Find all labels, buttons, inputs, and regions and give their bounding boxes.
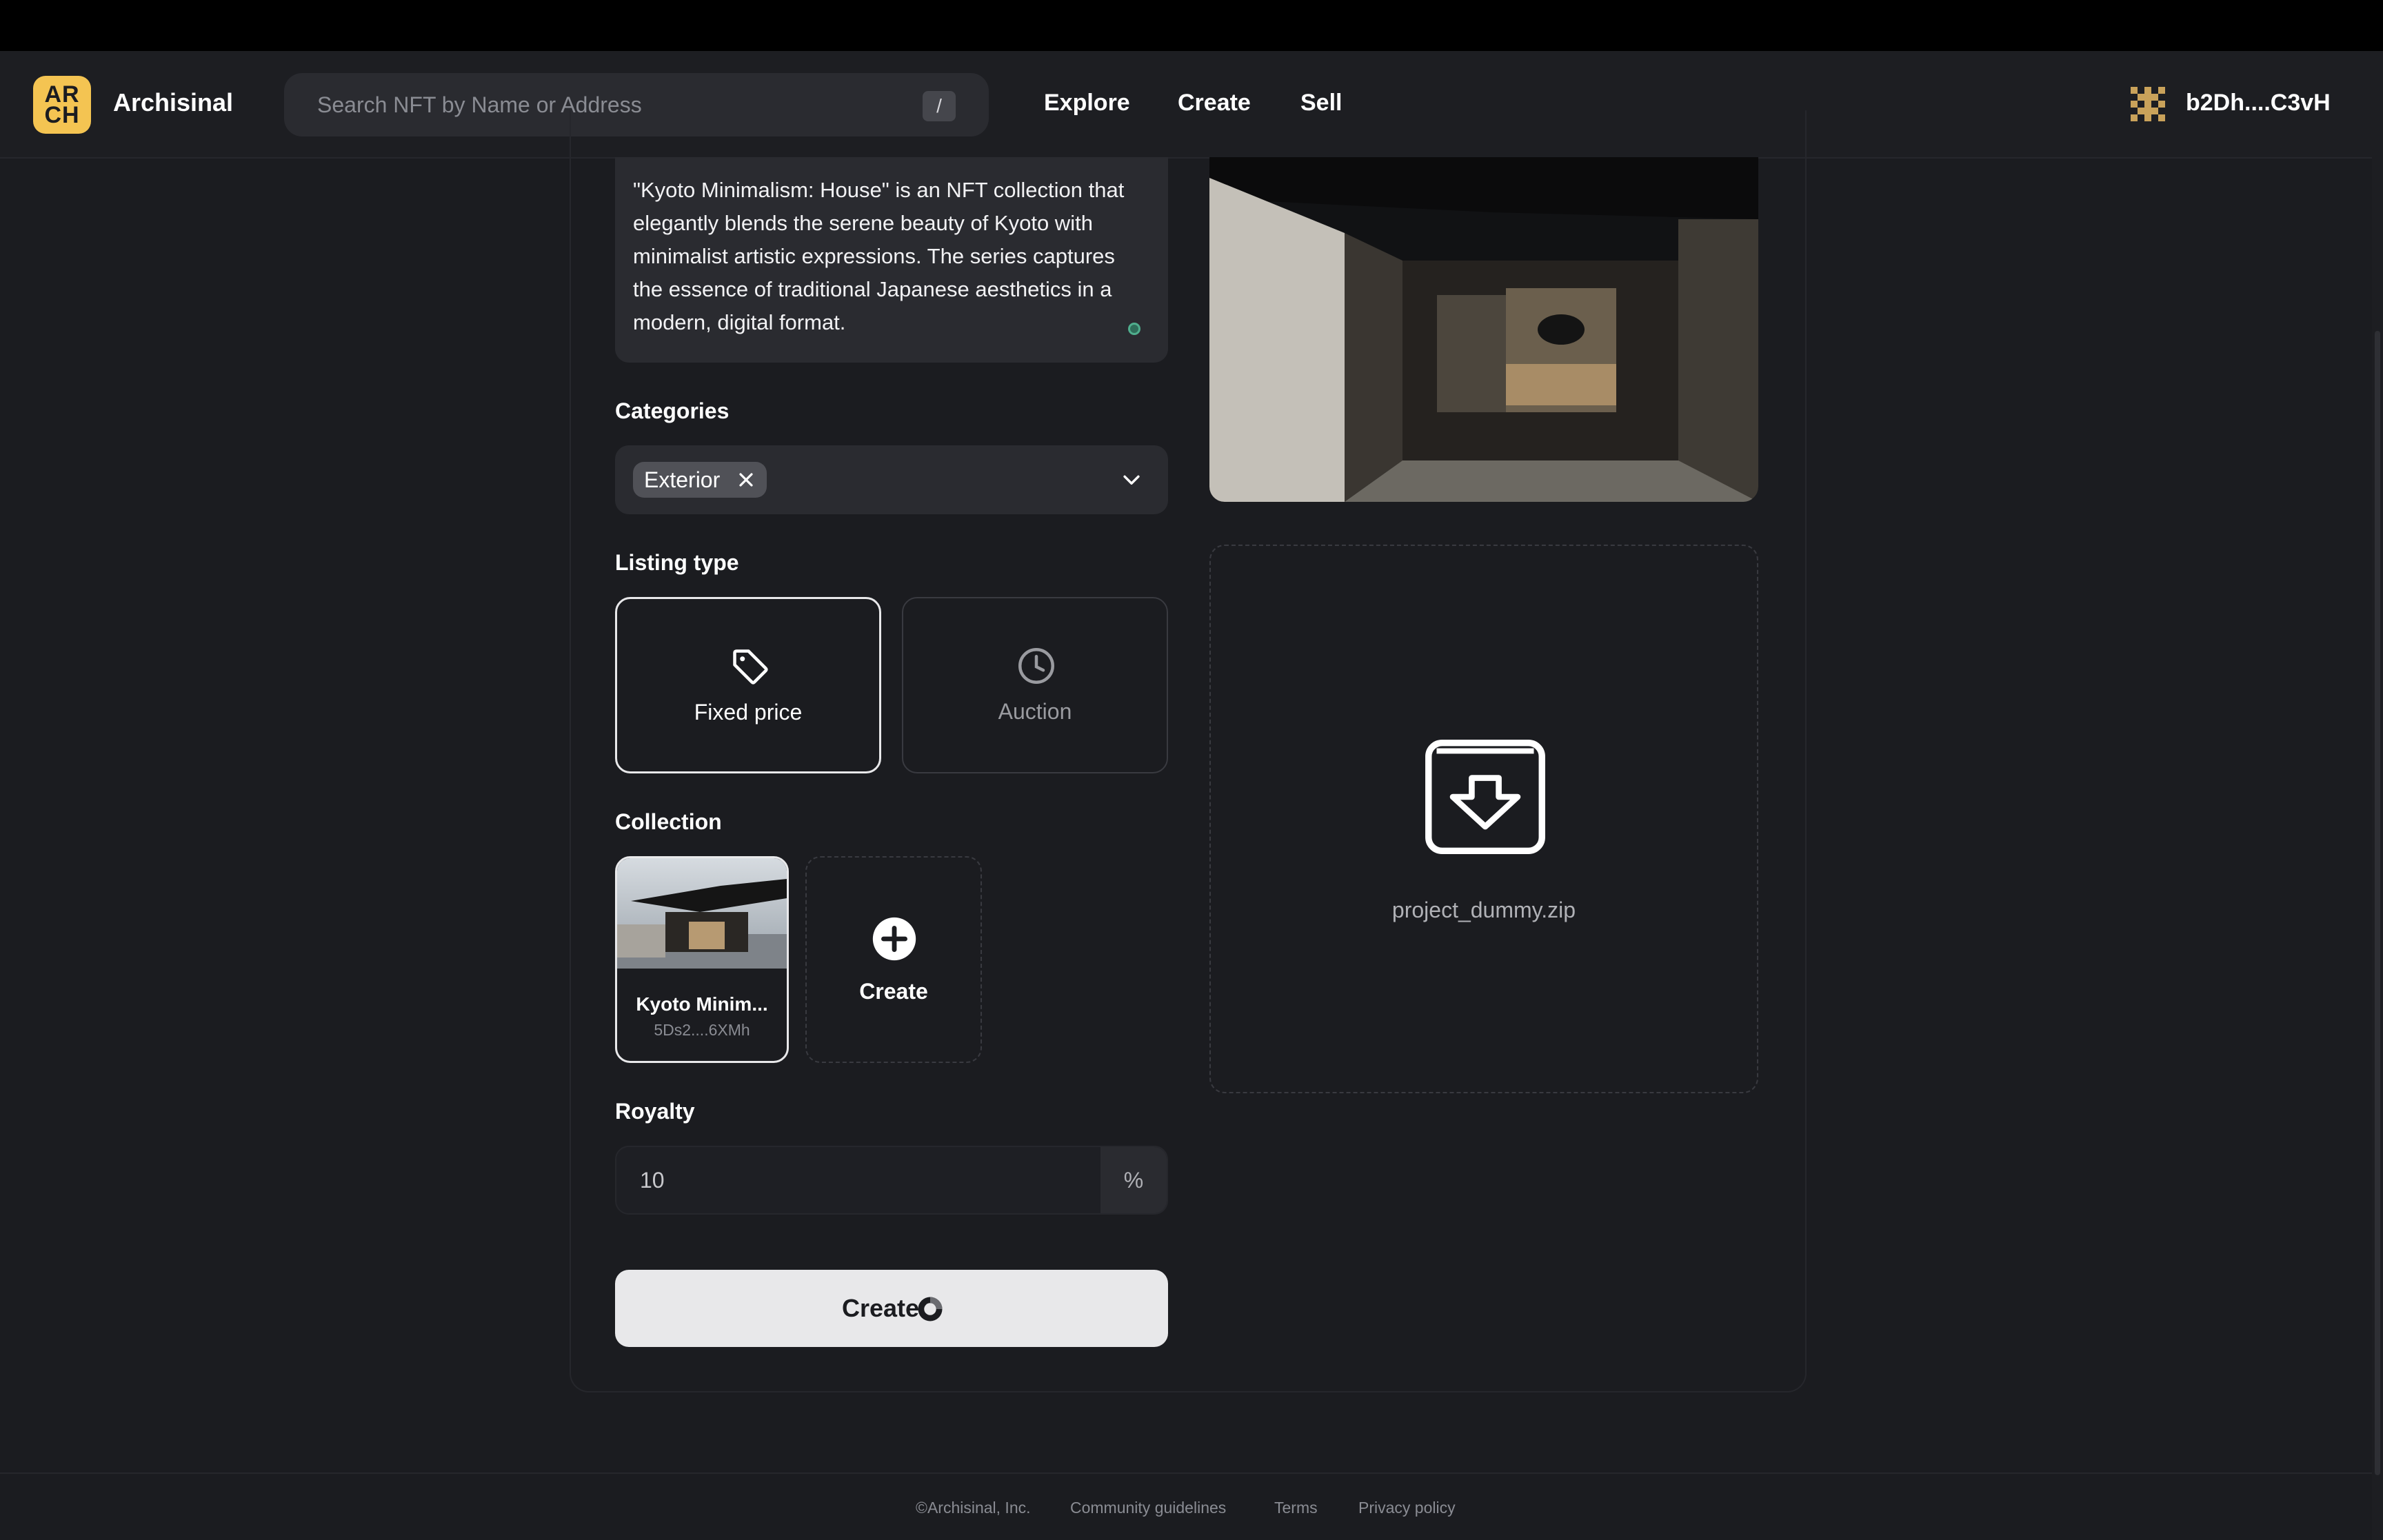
auction-label: Auction — [998, 699, 1072, 724]
nft-preview-image — [1209, 157, 1758, 502]
create-collection-button[interactable]: Create — [805, 856, 982, 1063]
description-textarea[interactable]: "Kyoto Minimalism: House" is an NFT coll… — [615, 157, 1168, 363]
create-nft-button[interactable]: Create — [615, 1270, 1168, 1347]
footer-link-terms[interactable]: Terms — [1274, 1499, 1318, 1517]
royalty-unit: % — [1100, 1147, 1167, 1213]
archive-download-icon — [1425, 739, 1545, 855]
brand-name[interactable]: Archisinal — [113, 88, 233, 117]
tag-icon — [733, 649, 768, 685]
listing-type-fixed-price[interactable]: Fixed price — [615, 597, 881, 773]
footer-link-privacy-policy[interactable]: Privacy policy — [1358, 1499, 1456, 1517]
create-button-label: Create — [841, 1294, 920, 1322]
footer-link-community-guidelines[interactable]: Community guidelines — [1070, 1499, 1226, 1517]
plus-circle-icon — [872, 917, 916, 961]
category-chip-label: Exterior — [644, 467, 721, 492]
listing-type-label: Listing type — [615, 550, 739, 575]
royalty-label: Royalty — [615, 1099, 695, 1124]
collection-address: 5Ds2....6XMh — [654, 1021, 750, 1039]
site-footer: ©Archisinal, Inc. Community guidelines T… — [0, 1472, 2372, 1540]
file-dropzone[interactable]: project_dummy.zip — [1209, 545, 1758, 1093]
scrollbar-thumb[interactable] — [2375, 331, 2380, 1475]
royalty-input[interactable] — [616, 1147, 1102, 1213]
logo-icon[interactable]: AR CH — [33, 76, 91, 134]
loading-spinner-icon — [918, 1297, 943, 1321]
categories-label: Categories — [615, 398, 730, 423]
grammar-status-icon — [1128, 323, 1140, 335]
collection-label: Collection — [615, 809, 722, 834]
fixed-price-label: Fixed price — [694, 700, 803, 725]
house-interior-image — [1209, 157, 1758, 502]
clock-icon — [1018, 648, 1054, 684]
collection-card-kyoto[interactable]: Kyoto Minim... 5Ds2....6XMh — [615, 856, 789, 1063]
category-chip: Exterior — [633, 462, 767, 498]
window-top-bar — [0, 0, 2383, 51]
uploaded-file-name: project_dummy.zip — [1391, 898, 1576, 922]
wallet-address[interactable]: b2Dh....C3vH — [2186, 90, 2331, 116]
identicon-icon[interactable] — [2131, 87, 2165, 121]
description-text: "Kyoto Minimalism: House" is an NFT coll… — [633, 178, 1125, 334]
create-collection-label: Create — [859, 979, 928, 1004]
footer-copyright: ©Archisinal, Inc. — [916, 1499, 1031, 1517]
royalty-field[interactable]: % — [615, 1146, 1168, 1215]
chevron-down-icon[interactable] — [1120, 469, 1143, 492]
collection-name: Kyoto Minim... — [636, 993, 768, 1015]
categories-select[interactable]: Exterior — [615, 445, 1168, 514]
listing-type-auction[interactable]: Auction — [902, 597, 1168, 773]
close-icon[interactable] — [735, 469, 757, 491]
collection-thumbnail — [617, 858, 787, 969]
